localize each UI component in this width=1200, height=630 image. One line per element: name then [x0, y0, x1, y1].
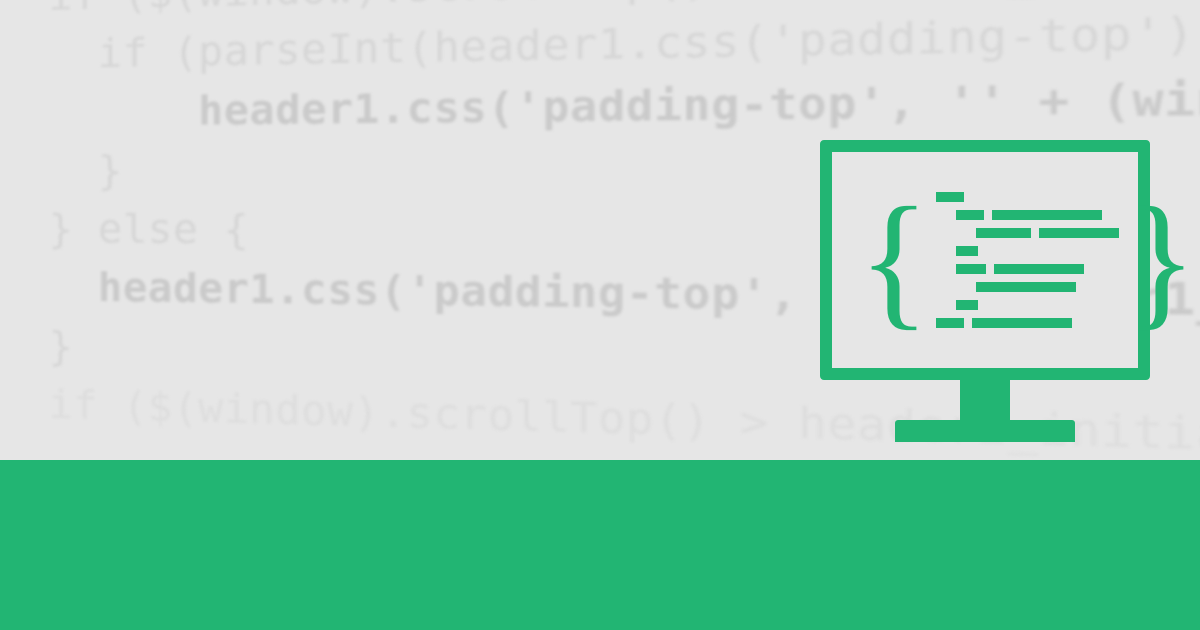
left-brace-icon: {	[858, 185, 930, 335]
monitor-icon: { }	[820, 140, 1150, 442]
monitor-neck	[960, 380, 1010, 420]
footer-bar	[0, 460, 1200, 630]
code-bars-icon	[936, 186, 1119, 334]
monitor-screen: { }	[820, 140, 1150, 380]
right-brace-icon: }	[1125, 185, 1197, 335]
monitor-base	[895, 420, 1075, 442]
